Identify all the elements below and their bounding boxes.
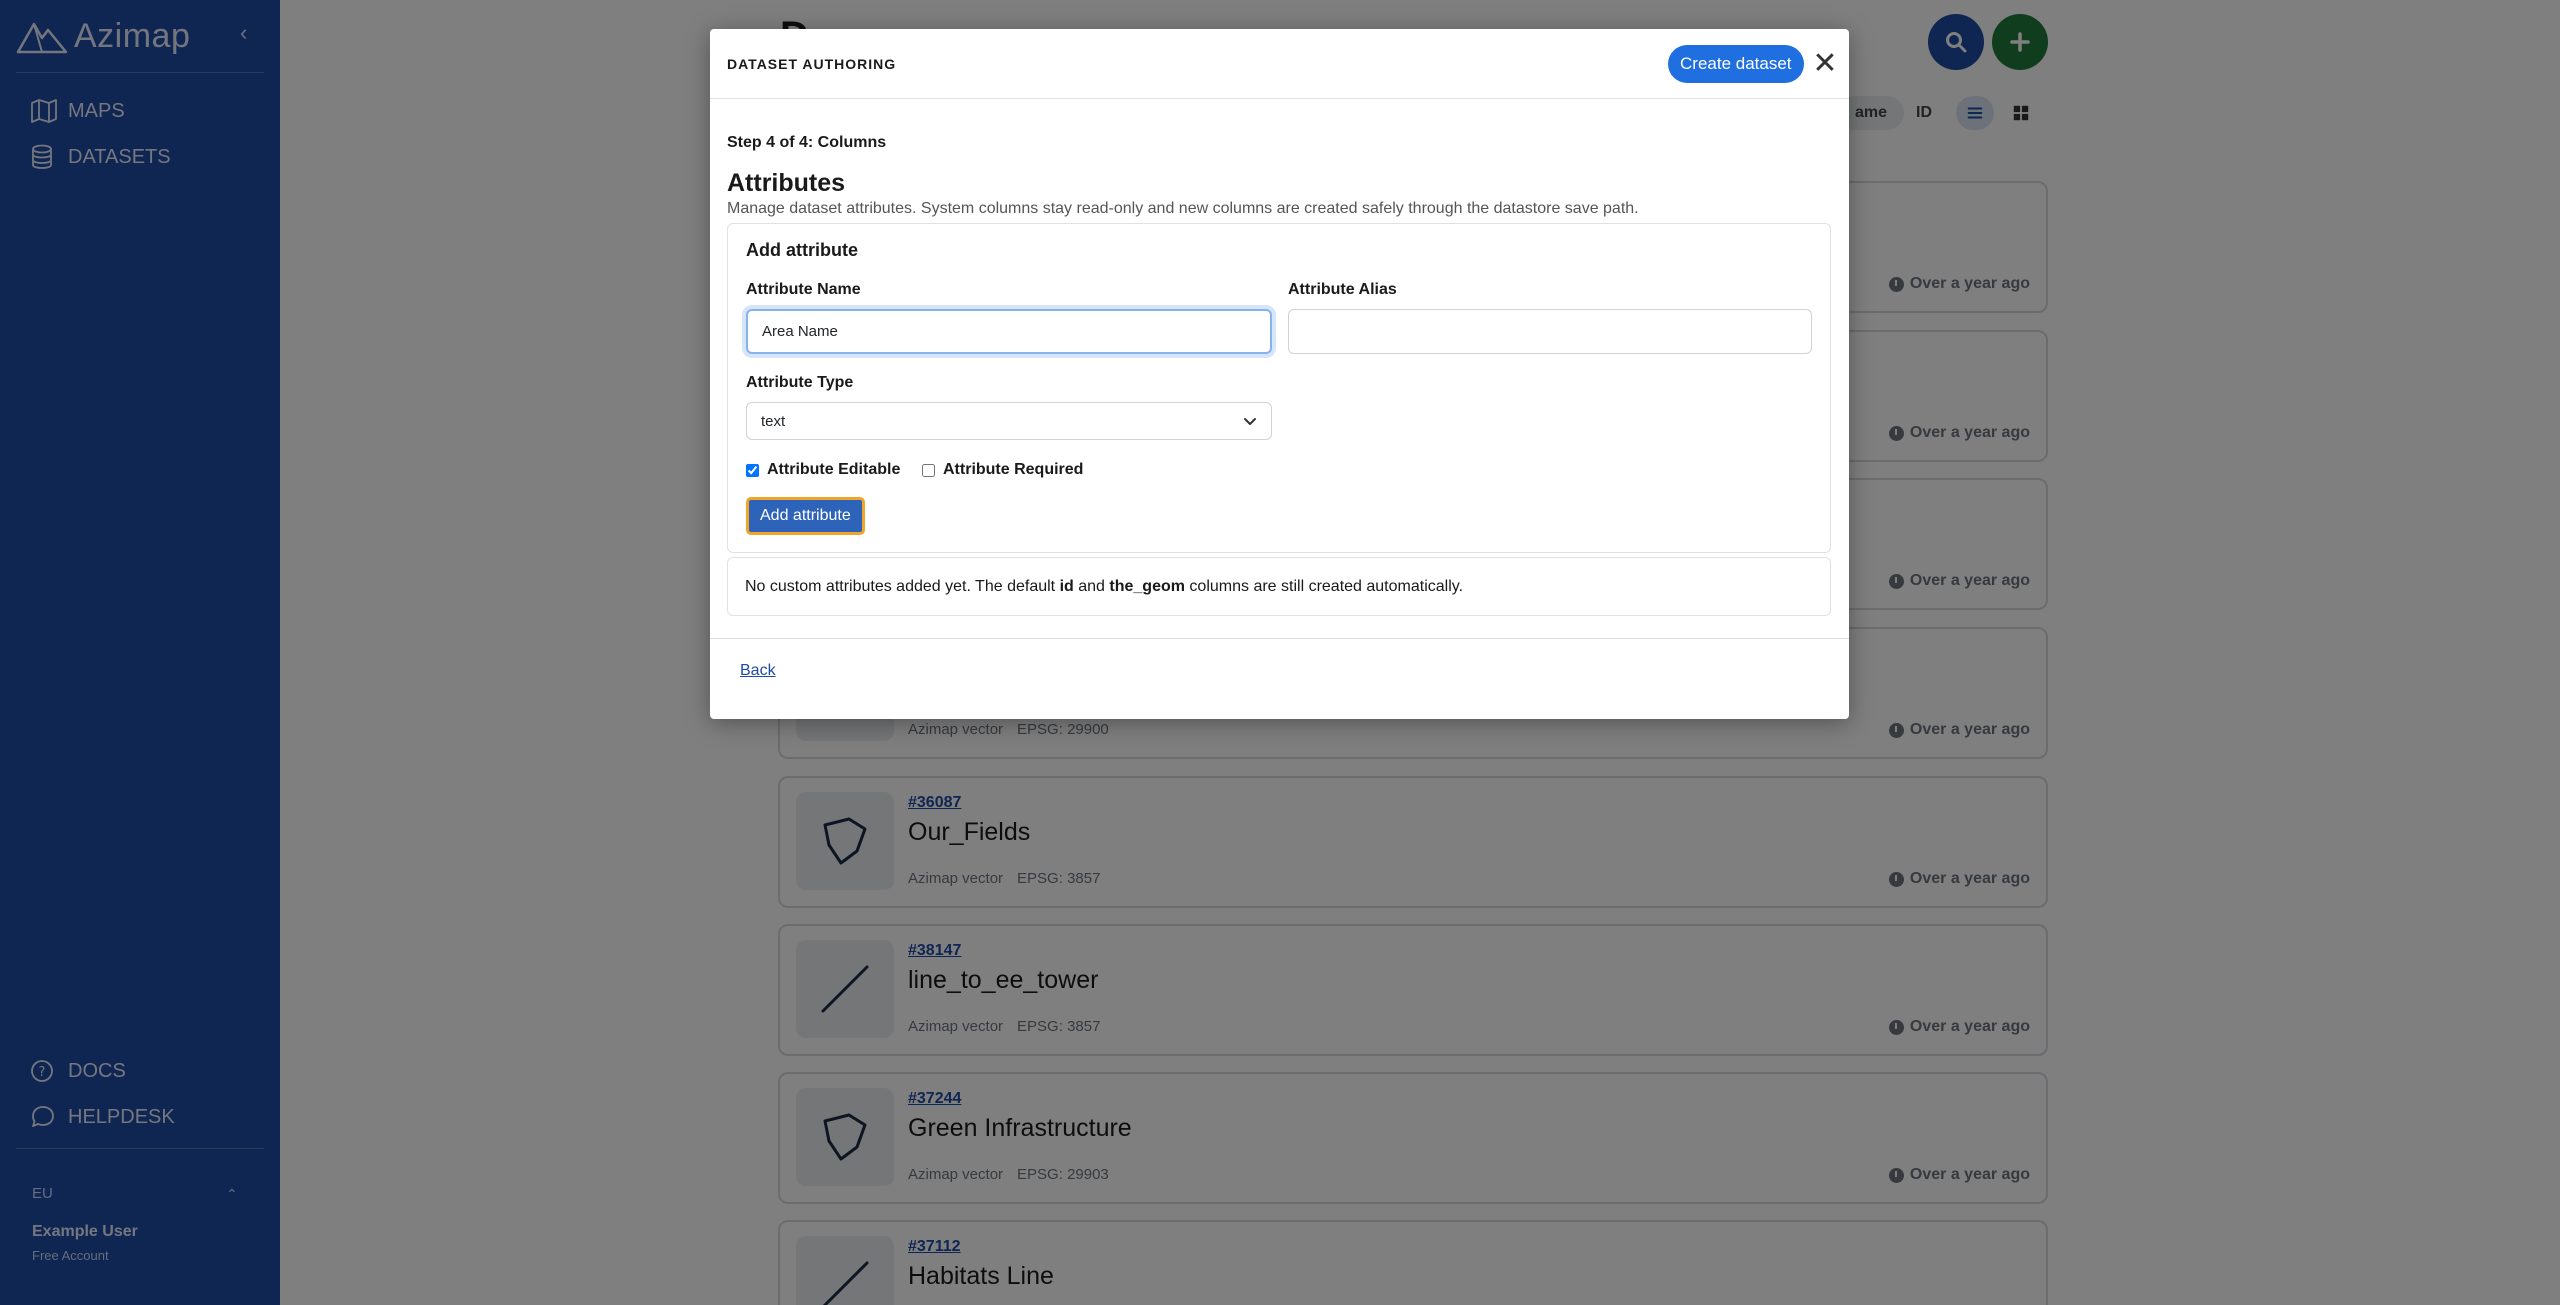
attribute-type-label: Attribute Type bbox=[746, 374, 854, 391]
step-indicator: Step 4 of 4: Columns bbox=[727, 134, 887, 151]
attribute-name-input[interactable] bbox=[746, 309, 1272, 354]
attribute-editable-option[interactable]: Attribute Editable bbox=[746, 461, 900, 479]
divider bbox=[710, 638, 1849, 639]
modal-header: DATASET AUTHORING Create dataset ✕ bbox=[710, 29, 1849, 99]
section-title: Attributes bbox=[727, 169, 846, 197]
note-id-column: id bbox=[1059, 577, 1074, 595]
add-attribute-button[interactable]: Add attribute bbox=[746, 497, 865, 535]
dataset-authoring-modal: DATASET AUTHORING Create dataset ✕ Step … bbox=[710, 29, 1849, 719]
back-link[interactable]: Back bbox=[740, 662, 776, 680]
attribute-editable-label: Attribute Editable bbox=[767, 461, 901, 478]
chevron-down-icon bbox=[1244, 418, 1256, 425]
attribute-type-value: text bbox=[761, 412, 786, 430]
note-suffix: columns are still created automatically. bbox=[1189, 577, 1464, 595]
panel-title: Add attribute bbox=[746, 240, 858, 260]
section-description: Manage dataset attributes. System column… bbox=[727, 200, 1639, 217]
add-attribute-panel: Add attribute Attribute Name Attribute A… bbox=[727, 223, 1831, 553]
note-prefix: No custom attributes added yet. The defa… bbox=[745, 577, 1056, 595]
attribute-required-label: Attribute Required bbox=[943, 461, 1084, 478]
empty-attributes-note: No custom attributes added yet. The defa… bbox=[727, 557, 1831, 616]
note-geom-column: the_geom bbox=[1109, 577, 1185, 595]
note-and: and bbox=[1078, 577, 1105, 595]
modal-title: DATASET AUTHORING bbox=[727, 56, 897, 72]
attribute-editable-checkbox[interactable] bbox=[746, 463, 759, 477]
close-icon[interactable]: ✕ bbox=[1810, 49, 1840, 79]
attribute-type-select[interactable]: text bbox=[746, 402, 1272, 440]
attribute-name-label: Attribute Name bbox=[746, 281, 861, 298]
create-dataset-button[interactable]: Create dataset bbox=[1668, 45, 1804, 83]
attribute-alias-label: Attribute Alias bbox=[1288, 281, 1397, 298]
attribute-required-checkbox[interactable] bbox=[922, 463, 935, 477]
attribute-alias-input[interactable] bbox=[1288, 309, 1812, 354]
attribute-required-option[interactable]: Attribute Required bbox=[922, 461, 1083, 479]
